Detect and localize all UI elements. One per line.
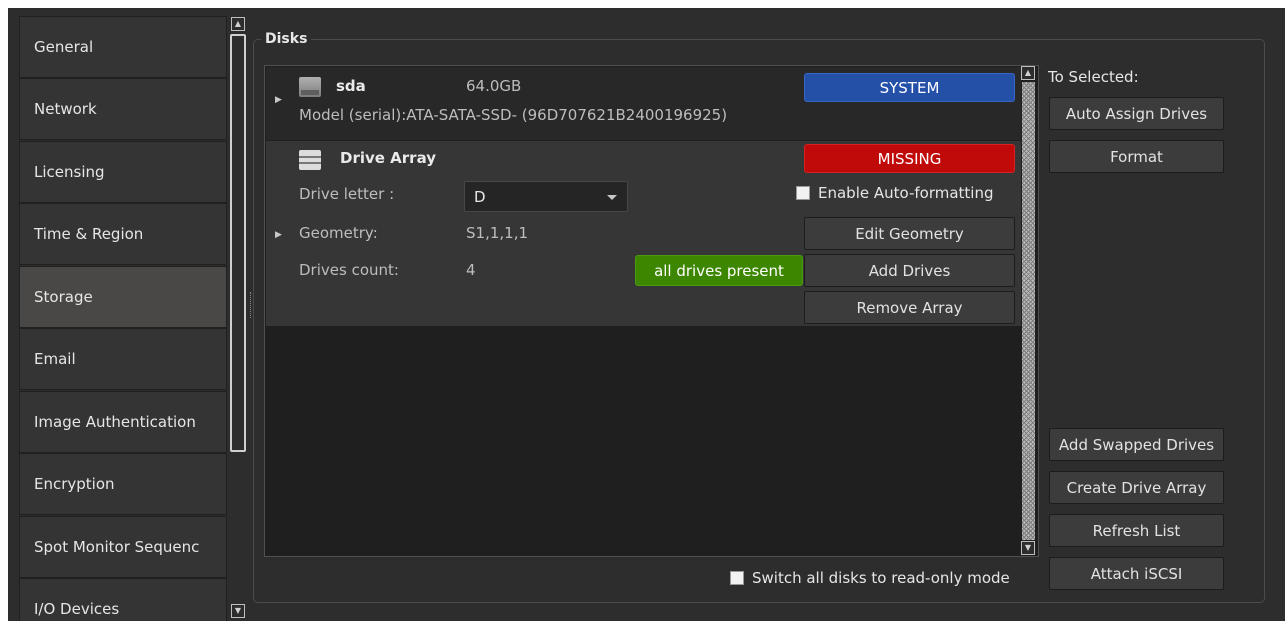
geometry-label: Geometry:	[299, 224, 378, 242]
sidebar-item-label: Time & Region	[34, 225, 144, 243]
disk-row-sda[interactable]: ▶ sda 64.0GB Model (serial):ATA-SATA-SSD…	[266, 67, 1021, 140]
auto-format-checkbox[interactable]: Enable Auto-formatting	[796, 184, 994, 202]
disks-group-title: Disks	[261, 31, 312, 47]
sidebar-item-time-region[interactable]: Time & Region	[19, 203, 227, 265]
sidebar-item-label: Encryption	[34, 475, 115, 493]
sidebar-item-network[interactable]: Network	[19, 78, 227, 140]
scroll-up-icon[interactable]: ▲	[231, 17, 245, 31]
scrollbar-track[interactable]	[1022, 82, 1035, 540]
sidebar-item-label: Licensing	[34, 163, 105, 181]
disk-list-scrollbar[interactable]: ▲ ▼	[1020, 66, 1037, 556]
create-drive-array-button[interactable]: Create Drive Array	[1049, 471, 1224, 504]
scroll-down-icon[interactable]: ▼	[231, 604, 245, 618]
edit-geometry-button[interactable]: Edit Geometry	[804, 217, 1015, 250]
sidebar-scrollbar-thumb[interactable]	[230, 34, 246, 452]
format-button[interactable]: Format	[1049, 140, 1224, 173]
refresh-list-button[interactable]: Refresh List	[1049, 514, 1224, 547]
drive-letter-dropdown[interactable]: D	[464, 181, 628, 212]
disk-name: sda	[336, 77, 366, 95]
checkbox-box[interactable]	[730, 571, 744, 585]
drives-count-label: Drives count:	[299, 261, 399, 279]
expand-arrow-icon[interactable]: ▶	[275, 230, 282, 240]
sidebar-item-licensing[interactable]: Licensing	[19, 141, 227, 203]
sidebar-item-label: Image Authentication	[34, 413, 196, 431]
auto-format-label: Enable Auto-formatting	[818, 184, 994, 202]
sidebar-item-label: Network	[34, 100, 97, 118]
add-drives-button[interactable]: Add Drives	[804, 254, 1015, 287]
read-only-checkbox[interactable]: Switch all disks to read-only mode	[730, 569, 1010, 587]
hard-disk-icon	[299, 77, 321, 97]
sidebar-item-storage[interactable]: Storage	[19, 266, 227, 328]
disk-row-drive-array[interactable]: Drive Array MISSING Drive letter : Enabl…	[266, 141, 1021, 326]
array-name: Drive Array	[340, 149, 437, 167]
sidebar-item-io-devices[interactable]: I/O Devices	[19, 578, 227, 621]
splitter-handle[interactable]	[250, 292, 252, 318]
attach-iscsi-button[interactable]: Attach iSCSI	[1049, 557, 1224, 590]
system-status-badge: SYSTEM	[804, 73, 1015, 102]
sidebar-item-label: Email	[34, 350, 76, 368]
drive-letter-label: Drive letter :	[299, 185, 395, 203]
drives-present-badge: all drives present	[635, 255, 803, 286]
dropdown-arrow-icon	[607, 195, 617, 200]
add-swapped-drives-button[interactable]: Add Swapped Drives	[1049, 428, 1224, 461]
auto-assign-drives-button[interactable]: Auto Assign Drives	[1049, 97, 1224, 130]
sidebar-item-email[interactable]: Email	[19, 328, 227, 390]
sidebar-scrollbar[interactable]: ▲ ▼	[229, 16, 248, 621]
settings-sidebar: General Network Licensing Time & Region …	[19, 16, 249, 621]
expand-arrow-icon[interactable]: ▶	[275, 95, 282, 105]
checkbox-box[interactable]	[796, 186, 810, 200]
drives-count-value: 4	[466, 261, 476, 279]
disk-list[interactable]: ▶ sda 64.0GB Model (serial):ATA-SATA-SSD…	[264, 65, 1039, 557]
remove-array-button[interactable]: Remove Array	[804, 291, 1015, 324]
disk-size: 64.0GB	[466, 77, 522, 95]
sidebar-item-label: Storage	[34, 288, 93, 306]
sidebar-item-encryption[interactable]: Encryption	[19, 453, 227, 515]
read-only-label: Switch all disks to read-only mode	[752, 569, 1010, 587]
scroll-up-icon[interactable]: ▲	[1021, 66, 1035, 80]
storage-settings-window: General Network Licensing Time & Region …	[8, 8, 1285, 621]
sidebar-item-label: I/O Devices	[34, 600, 120, 618]
to-selected-label: To Selected:	[1048, 68, 1139, 86]
sidebar-item-label: General	[34, 38, 94, 56]
disk-model: Model (serial):ATA-SATA-SSD- (96D707621B…	[299, 106, 728, 124]
sidebar-item-label: Spot Monitor Sequenc	[34, 538, 200, 556]
sidebar-item-image-authentication[interactable]: Image Authentication	[19, 391, 227, 453]
sidebar-item-general[interactable]: General	[19, 16, 227, 78]
drive-letter-value: D	[474, 187, 486, 206]
scroll-down-icon[interactable]: ▼	[1021, 541, 1035, 555]
geometry-value: S1,1,1,1	[466, 224, 528, 242]
missing-status-badge: MISSING	[804, 144, 1015, 173]
sidebar-item-spot-monitor[interactable]: Spot Monitor Sequenc	[19, 516, 227, 578]
drive-array-icon	[299, 150, 321, 170]
